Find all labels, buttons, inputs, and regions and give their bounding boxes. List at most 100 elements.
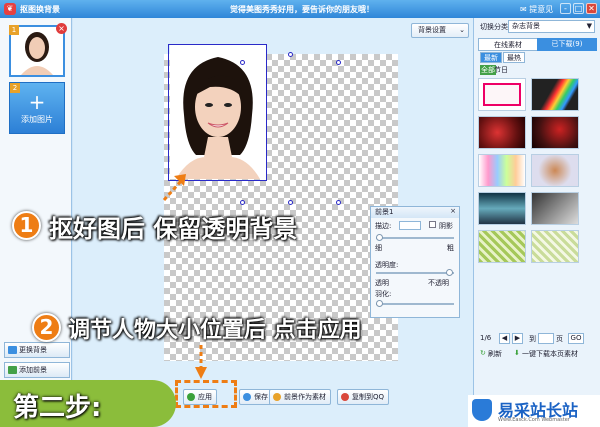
refresh-icon: ↻ — [480, 349, 486, 357]
material-panel: 切换分类 杂志背景 ▼ 在线素材 已下载(9) 最新 最热 全部 节日 1/6 … — [473, 18, 600, 427]
next-page-button[interactable]: ▶ — [512, 333, 523, 344]
material-thumb-1[interactable] — [478, 78, 526, 111]
thick-label: 粗 — [447, 244, 454, 252]
feather-label: 羽化: — [375, 290, 392, 298]
minimize-button[interactable]: - — [560, 3, 571, 14]
page-input[interactable] — [538, 333, 554, 344]
prev-page-button[interactable]: ◀ — [499, 333, 510, 344]
tab-downloaded[interactable]: 已下载(9) — [537, 38, 597, 51]
resize-handle-ne[interactable] — [336, 60, 341, 65]
selection-box[interactable] — [168, 44, 267, 181]
close-button[interactable]: ✕ — [586, 3, 597, 14]
page-indicator: 1/6 — [480, 334, 492, 342]
qq-icon — [341, 393, 349, 401]
maximize-button[interactable]: □ — [573, 3, 584, 14]
title-slogan: 觉得美图秀秀好用，要告诉你的朋友哦！ — [230, 5, 374, 14]
stroke-slider[interactable] — [376, 234, 454, 241]
title-bar: ❦ 抠图换背景 觉得美图秀秀好用，要告诉你的朋友哦！ ✉ 提意见 - □ ✕ — [0, 0, 600, 18]
shadow-label: 阴影 — [439, 222, 453, 230]
category-value: 杂志背景 — [512, 22, 540, 30]
material-thumb-4[interactable] — [531, 116, 579, 149]
material-thumb-10[interactable] — [531, 230, 579, 263]
copy-to-qq-label: 复制到QQ — [352, 393, 385, 401]
opaque-label: 不透明 — [428, 279, 449, 287]
step-2-text: 调节人物大小位置后 点击应用 — [68, 318, 362, 343]
foreground-settings-panel: 前景1 × 描边: 阴影 细 粗 透明度: 透明 不透明 羽化: — [370, 206, 460, 318]
thumbnail-index: 1 — [9, 25, 19, 35]
arrow-down-icon — [195, 345, 207, 379]
tab-online[interactable]: 在线素材 — [478, 38, 538, 51]
window-title: 抠图换背景 — [20, 5, 60, 14]
add-image-label: 添加图片 — [21, 115, 53, 124]
refresh-button[interactable]: 刷新 — [488, 349, 502, 359]
resize-handle-nw[interactable] — [240, 60, 245, 65]
panel-close-icon[interactable]: × — [450, 207, 456, 215]
material-thumb-8[interactable] — [531, 192, 579, 225]
chevron-down-icon: ⌄ — [459, 26, 465, 34]
site-logo-icon — [472, 399, 492, 421]
feedback-label: 提意见 — [529, 5, 554, 14]
feedback-link[interactable]: ✉ 提意见 — [520, 4, 553, 15]
stroke-color-box[interactable] — [399, 221, 421, 230]
arrow-up-right-icon — [162, 174, 186, 202]
subtab-hottest[interactable]: 最热 — [503, 52, 525, 63]
step-badge-label: 第二步: — [13, 393, 102, 423]
feather-slider[interactable] — [376, 300, 454, 307]
thin-label: 细 — [375, 244, 382, 252]
transparent-label: 透明 — [375, 279, 389, 287]
app-logo-icon: ❦ — [4, 3, 16, 15]
shadow-checkbox[interactable] — [429, 221, 436, 228]
feather-slider-knob[interactable] — [376, 300, 383, 307]
apply-highlight — [175, 380, 237, 408]
go-button[interactable]: GO — [568, 333, 584, 344]
material-thumb-3[interactable] — [478, 116, 526, 149]
step-badge: 第二步: — [0, 380, 176, 427]
background-icon — [8, 346, 17, 354]
save-button[interactable]: 保存 — [239, 389, 273, 405]
change-background-button[interactable]: 更换背景 — [4, 342, 70, 358]
add-foreground-icon — [8, 366, 17, 374]
save-label: 保存 — [254, 393, 268, 401]
transparency-slider-knob[interactable] — [446, 269, 453, 276]
subtab-newest[interactable]: 最新 — [480, 52, 502, 63]
transparency-label: 透明度: — [375, 261, 399, 269]
foreground-thumbnail[interactable]: 1 × — [9, 23, 67, 77]
background-settings-label: 背景设置 — [418, 26, 446, 34]
resize-handle-se[interactable] — [336, 200, 341, 205]
material-thumb-7[interactable] — [478, 192, 526, 225]
stroke-slider-knob[interactable] — [376, 234, 383, 241]
resize-handle-s[interactable] — [288, 200, 293, 205]
add-foreground-label: 添加前景 — [19, 366, 47, 374]
copy-to-qq-button[interactable]: 复制到QQ — [337, 389, 390, 405]
transparency-slider[interactable] — [376, 269, 454, 276]
filter-festival[interactable]: 节日 — [494, 65, 508, 75]
step-1-number: 1 — [12, 211, 41, 240]
material-thumb-6[interactable] — [531, 154, 579, 187]
save-as-material-button[interactable]: 前景作为素材 — [269, 389, 331, 405]
step-1-text: 抠好图后 保留透明背景 — [49, 215, 298, 243]
step-2-number: 2 — [32, 313, 61, 342]
rotate-handle[interactable] — [288, 52, 293, 57]
add-image-index: 2 — [10, 83, 20, 93]
page-unit-label: 页 — [556, 335, 563, 343]
download-page-button[interactable]: 一键下载本页素材 — [522, 349, 600, 359]
goto-label: 到 — [529, 335, 536, 343]
add-foreground-button[interactable]: 添加前景 — [4, 362, 70, 378]
category-select[interactable]: 杂志背景 ▼ — [508, 20, 595, 33]
change-background-label: 更换背景 — [19, 346, 47, 354]
resize-handle-sw[interactable] — [240, 200, 245, 205]
watermark-subtitle: Www.Easck.Com Webmaster — [498, 417, 570, 423]
background-settings-button[interactable]: 背景设置 ⌄ — [411, 23, 469, 38]
save-icon — [243, 393, 251, 401]
material-thumb-2[interactable] — [531, 78, 579, 111]
delete-thumbnail-icon[interactable]: × — [56, 23, 67, 34]
chevron-down-icon: ▼ — [586, 22, 592, 30]
material-thumb-5[interactable] — [478, 154, 526, 187]
site-watermark: 易采站长站 Www.Easck.Com Webmaster — [468, 395, 600, 427]
category-label: 切换分类 — [480, 23, 508, 31]
material-thumb-9[interactable] — [478, 230, 526, 263]
material-icon — [273, 393, 281, 401]
stroke-label: 描边: — [375, 222, 392, 230]
add-image-button[interactable]: 2 + 添加图片 — [9, 82, 65, 134]
download-icon: ⬇ — [514, 349, 520, 357]
